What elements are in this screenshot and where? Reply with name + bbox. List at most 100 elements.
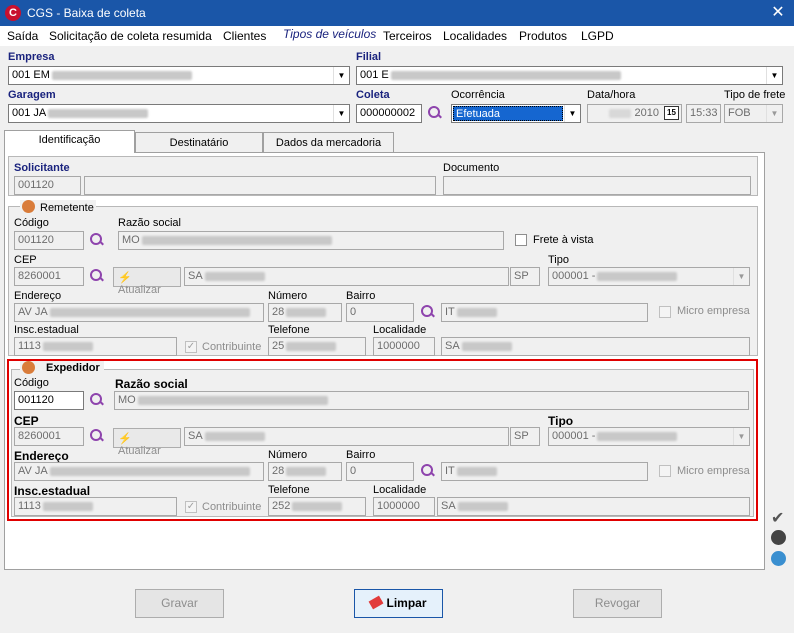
expedidor-uf[interactable]: SP	[510, 427, 540, 446]
remetente-codigo[interactable]: 001120	[14, 231, 84, 250]
contribuinte-checkbox[interactable]: ✓	[185, 501, 197, 513]
expedidor-bairro[interactable]: IT	[441, 462, 648, 481]
expedidor-cidade[interactable]: SA	[184, 427, 509, 446]
expedidor-cep-label: CEP	[14, 414, 39, 428]
calendar-icon[interactable]: 15	[664, 106, 679, 120]
micro-empresa-label: Micro empresa	[677, 305, 750, 317]
expedidor-localidade-codigo[interactable]: 1000000	[373, 497, 435, 516]
remetente-telefone-label: Telefone	[268, 324, 310, 336]
checkmark-icon[interactable]: ✔	[771, 508, 784, 528]
remetente-title: Remetente	[40, 202, 94, 214]
tab-destinatario[interactable]: Destinatário	[135, 132, 263, 152]
expedidor-insc-label: Insc.estadual	[14, 484, 91, 498]
expedidor-codigo-input[interactable]: 001120	[14, 391, 84, 410]
limpar-button[interactable]: Limpar	[354, 589, 443, 618]
remetente-insc[interactable]: 1113	[14, 337, 177, 356]
search-icon[interactable]	[87, 231, 105, 249]
menu-saida[interactable]: Saída	[7, 29, 38, 43]
chevron-down-icon: ▼	[766, 105, 782, 122]
remetente-codigo-label: Código	[14, 217, 49, 229]
tab-identificacao[interactable]: Identificação	[4, 130, 135, 153]
expedidor-telefone[interactable]: 252	[268, 497, 366, 516]
close-icon[interactable]: ✕	[768, 3, 788, 23]
remetente-uf[interactable]: SP	[510, 267, 540, 286]
expedidor-tipo-select[interactable]: 000001 - ▼	[548, 427, 750, 446]
contribuinte-checkbox[interactable]: ✓	[185, 341, 197, 353]
coleta-input[interactable]: 000000002	[356, 104, 422, 123]
filial-label: Filial	[356, 51, 382, 63]
remetente-cidade[interactable]: SA	[184, 267, 509, 286]
ocorrencia-label: Ocorrência	[451, 89, 505, 101]
hora-input[interactable]: 15:33	[686, 104, 721, 123]
remetente-tipo-label: Tipo	[548, 254, 569, 266]
remetente-razao[interactable]: MO	[118, 231, 504, 250]
remetente-cep[interactable]: 8260001	[14, 267, 84, 286]
search-icon[interactable]	[87, 391, 105, 409]
expedidor-endereco[interactable]: AV JA	[14, 462, 264, 481]
remetente-numero[interactable]: 28	[268, 303, 342, 322]
micro-empresa-label: Micro empresa	[677, 465, 750, 477]
solicitante-codigo[interactable]: 001120	[14, 176, 81, 195]
remetente-bairro[interactable]: IT	[441, 303, 648, 322]
coleta-label: Coleta	[356, 89, 390, 101]
expedidor-numero[interactable]: 28	[268, 462, 342, 481]
revogar-button[interactable]: Revogar	[573, 589, 662, 618]
remetente-atualizar-button[interactable]: ⚡ Atualizar	[113, 267, 181, 296]
documento-label: Documento	[443, 162, 500, 174]
chevron-down-icon: ▼	[333, 67, 349, 84]
solicitante-nome[interactable]	[84, 176, 436, 195]
garagem-label: Garagem	[8, 89, 56, 101]
documento-input[interactable]	[443, 176, 751, 195]
menu-lgpd[interactable]: LGPD	[581, 29, 614, 43]
tab-dados-mercadoria[interactable]: Dados da mercadoria	[263, 132, 394, 152]
remetente-localidade-codigo[interactable]: 1000000	[373, 337, 435, 356]
micro-empresa-checkbox[interactable]	[659, 465, 671, 477]
menu-localidades[interactable]: Localidades	[443, 29, 507, 43]
remetente-localidade-label: Localidade	[373, 324, 427, 336]
expedidor-insc[interactable]: 1113	[14, 497, 177, 516]
menu-solicitacao-coleta[interactable]: Solicitação de coleta resumida	[49, 29, 212, 43]
expedidor-title: Expedidor	[46, 362, 100, 374]
search-icon[interactable]	[425, 104, 443, 122]
menu-clientes[interactable]: Clientes	[223, 29, 266, 43]
ocorrencia-select[interactable]: Efetuada ▼	[451, 104, 581, 123]
chevron-down-icon: ▼	[733, 268, 749, 285]
remetente-endereco[interactable]: AV JA	[14, 303, 264, 322]
menu-tipos-veiculos[interactable]: Tipos de veículos	[283, 27, 376, 41]
gravar-button[interactable]: Gravar	[135, 589, 224, 618]
expedidor-endereco-label: Endereço	[14, 449, 69, 463]
chevron-down-icon: ▼	[733, 428, 749, 445]
remetente-bairro-codigo[interactable]: 0	[346, 303, 414, 322]
expedidor-telefone-label: Telefone	[268, 484, 310, 496]
frete-vista-checkbox[interactable]	[515, 234, 527, 246]
tipo-frete-select[interactable]: FOB ▼	[724, 104, 783, 123]
contribuinte-label: Contribuinte	[202, 501, 262, 513]
menu-bar: Saída Solicitação de coleta resumida Cli…	[0, 26, 794, 46]
expedidor-codigo-label: Código	[14, 377, 49, 389]
remetente-tipo-select[interactable]: 000001 - ▼	[548, 267, 750, 286]
menu-terceiros[interactable]: Terceiros	[383, 29, 432, 43]
lightning-icon: ⚡	[118, 433, 132, 445]
search-icon[interactable]	[418, 303, 436, 321]
garagem-select[interactable]: 001 JA ▼	[8, 104, 350, 123]
empresa-label: Empresa	[8, 51, 55, 63]
remetente-telefone[interactable]: 25	[268, 337, 366, 356]
expedidor-bairro-codigo[interactable]: 0	[346, 462, 414, 481]
search-icon[interactable]	[87, 427, 105, 445]
search-icon[interactable]	[418, 462, 436, 480]
empresa-select[interactable]: 001 EM ▼	[8, 66, 350, 85]
user-search-icon[interactable]	[771, 530, 786, 545]
micro-empresa-checkbox[interactable]	[659, 306, 671, 318]
expedidor-tipo-label: Tipo	[548, 414, 574, 428]
remetente-localidade[interactable]: SA	[441, 337, 750, 356]
expedidor-razao[interactable]: MO	[114, 391, 749, 410]
globe-icon[interactable]	[771, 551, 786, 566]
eraser-icon	[369, 595, 384, 610]
menu-produtos[interactable]: Produtos	[519, 29, 567, 43]
filial-select[interactable]: 001 E ▼	[356, 66, 783, 85]
expedidor-cep[interactable]: 8260001	[14, 427, 84, 446]
chevron-down-icon: ▼	[564, 105, 580, 122]
search-icon[interactable]	[87, 267, 105, 285]
expedidor-localidade[interactable]: SA	[437, 497, 750, 516]
expedidor-atualizar-button[interactable]: ⚡ Atualizar	[113, 428, 181, 457]
